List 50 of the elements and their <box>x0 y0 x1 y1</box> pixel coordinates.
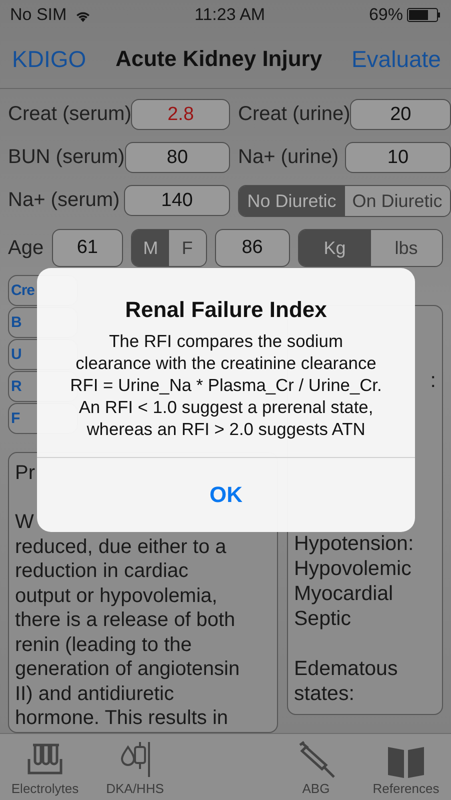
panel-text: Myocardial <box>294 581 394 606</box>
field-label: Na+ (serum) <box>8 189 120 212</box>
input-field[interactable]: 20 <box>350 99 451 130</box>
panel-text: reduction in cardiac <box>15 559 190 584</box>
panel-text: states: <box>294 681 356 706</box>
segment-option[interactable]: F <box>168 230 206 266</box>
tab-item[interactable]: Electrolytes <box>0 734 90 800</box>
segment-option[interactable]: No Diuretic <box>239 186 344 216</box>
segment-option[interactable]: Kg <box>299 230 371 266</box>
panel-text: there is a release of both <box>15 608 236 632</box>
panel-text: output or hypovolemia, <box>15 584 218 608</box>
panel-text: reduced, due either to a <box>15 534 228 559</box>
panel-text: II) and antidiuretic <box>15 682 175 706</box>
panel-text: Hypotension: <box>294 531 415 556</box>
panel-text: Hypovolemic <box>294 556 412 581</box>
field-label: BUN (serum) <box>8 146 125 169</box>
input-field[interactable]: 86 <box>214 229 290 267</box>
evaluate-button[interactable]: Evaluate <box>351 46 441 72</box>
kdigo-link[interactable]: KDIGO <box>12 46 86 72</box>
alert-message: The RFI compares the sodium clearance with the creatinine clearance RFI = Urine_Na * Plasma_Cr / Urine_Cr. An RFI < 1.0 suggest a prerenal state, whereas an RFI > 2.0 suggests ATN <box>69 330 383 441</box>
field-label: Creat (urine) <box>238 103 350 126</box>
battery-percent: 69% <box>368 5 403 25</box>
panel-text: Septic <box>294 606 352 631</box>
field-label: Age <box>8 236 44 260</box>
input-field[interactable]: 10 <box>345 142 451 173</box>
panel-text: generation of angiotensin <box>15 657 241 682</box>
panel-text: Edematous <box>294 656 399 681</box>
tab-item[interactable]: References <box>361 734 451 800</box>
screen-title: Acute Kidney Injury <box>116 46 322 72</box>
battery-icon <box>406 8 441 22</box>
ok-button[interactable]: OK <box>37 458 415 532</box>
field-label: Creat (serum) <box>8 103 132 126</box>
tab-item[interactable]: ABG <box>271 734 361 800</box>
segment-option[interactable]: lbs <box>370 230 442 266</box>
segment-option[interactable]: On Diuretic <box>344 186 450 216</box>
panel-text: W <box>15 510 35 534</box>
input-field[interactable]: 80 <box>124 142 230 173</box>
input-field[interactable]: 140 <box>124 185 230 216</box>
field-label: Na+ (urine) <box>238 146 339 169</box>
segment-option[interactable]: M <box>132 230 169 266</box>
input-field[interactable]: 2.8 <box>131 99 230 130</box>
panel-text: Pr <box>15 461 36 486</box>
tab-item[interactable]: DKA/HHS <box>90 734 180 800</box>
input-field[interactable]: 61 <box>52 229 124 267</box>
alert-title: Renal Failure Index <box>124 297 328 323</box>
clock: 11:23 AM <box>194 5 266 25</box>
panel-text: renin (leading to the <box>15 632 193 657</box>
panel-text: : <box>430 368 436 393</box>
panel-text: hormone. This results in <box>15 706 230 730</box>
carrier-label: No SIM <box>10 5 67 25</box>
